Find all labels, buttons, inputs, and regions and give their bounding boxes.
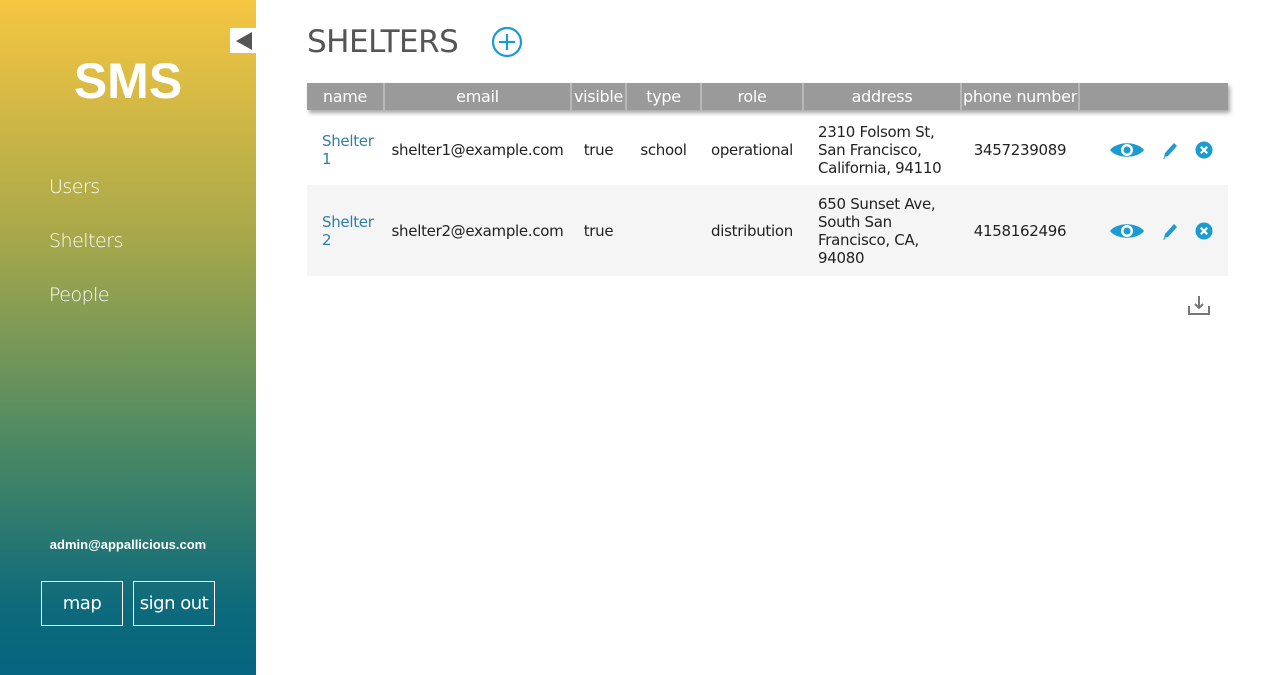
map-button[interactable]: map (41, 581, 123, 626)
cell-visible: true (583, 221, 614, 240)
pencil-icon (1162, 142, 1177, 159)
column-header-visible[interactable]: visible (571, 83, 627, 110)
plus-circle-icon (491, 26, 523, 58)
sidebar-item-shelters[interactable]: Shelters (49, 230, 123, 252)
column-header-role[interactable]: role (701, 83, 804, 110)
sidebar: SMS Users Shelters People admin@appallic… (0, 0, 256, 675)
view-button[interactable] (1109, 140, 1145, 160)
column-header-type[interactable]: type (626, 83, 702, 110)
page-title: SHELTERS (307, 24, 459, 60)
eye-icon (1109, 142, 1144, 157)
brand-logo: SMS (73, 53, 183, 109)
table-row: Shelter 1 shelter1@example.com true scho… (307, 110, 1228, 185)
edit-button[interactable] (1161, 221, 1179, 241)
cell-type: school (640, 140, 687, 159)
sidebar-item-users[interactable]: Users (49, 176, 123, 198)
view-button[interactable] (1109, 221, 1145, 241)
cell-email: shelter1@example.com (391, 140, 564, 159)
column-header-actions (1079, 83, 1228, 110)
cell-actions (1079, 110, 1228, 185)
download-button[interactable] (1187, 294, 1211, 316)
cell-actions (1079, 185, 1228, 276)
pencil-icon (1162, 223, 1177, 240)
x-circle-icon (1195, 141, 1212, 158)
column-header-name[interactable]: name (307, 83, 385, 110)
cell-email: shelter2@example.com (391, 221, 564, 240)
column-header-email[interactable]: email (384, 83, 572, 110)
cell-phone: 3457239089 (973, 140, 1067, 159)
cell-role: distribution (711, 221, 793, 240)
cell-type (626, 185, 701, 276)
download-icon (1188, 296, 1210, 315)
cell-address: 2310 Folsom St, San Francisco, Californi… (818, 122, 942, 177)
user-email: admin@appallicious.com (49, 537, 207, 552)
shelter-name-link[interactable]: Shelter 2 (307, 185, 384, 276)
table-row: Shelter 2 shelter2@example.com true dist… (307, 185, 1228, 276)
cell-visible: true (583, 140, 614, 159)
edit-button[interactable] (1161, 140, 1179, 160)
x-circle-icon (1195, 222, 1212, 239)
column-header-phone[interactable]: phone number (961, 83, 1080, 110)
delete-button[interactable] (1195, 141, 1213, 159)
triangle-left-icon (236, 31, 252, 50)
cell-role: operational (710, 140, 794, 159)
shelter-name-link[interactable]: Shelter 1 (307, 110, 384, 185)
delete-button[interactable] (1195, 222, 1213, 240)
sign-out-button[interactable]: sign out (133, 581, 215, 626)
collapse-sidebar-button[interactable] (230, 28, 256, 53)
sidebar-item-people[interactable]: People (49, 284, 123, 306)
eye-icon (1109, 223, 1144, 238)
table-header-row: name email visible type role address pho… (307, 83, 1228, 110)
add-shelter-button[interactable] (491, 26, 523, 58)
sidebar-nav: Users Shelters People (49, 176, 123, 338)
cell-address: 650 Sunset Ave, South San Francisco, CA,… (818, 194, 936, 267)
shelters-table: name email visible type role address pho… (307, 83, 1228, 276)
column-header-address[interactable]: address (803, 83, 962, 110)
cell-phone: 4158162496 (973, 221, 1067, 240)
